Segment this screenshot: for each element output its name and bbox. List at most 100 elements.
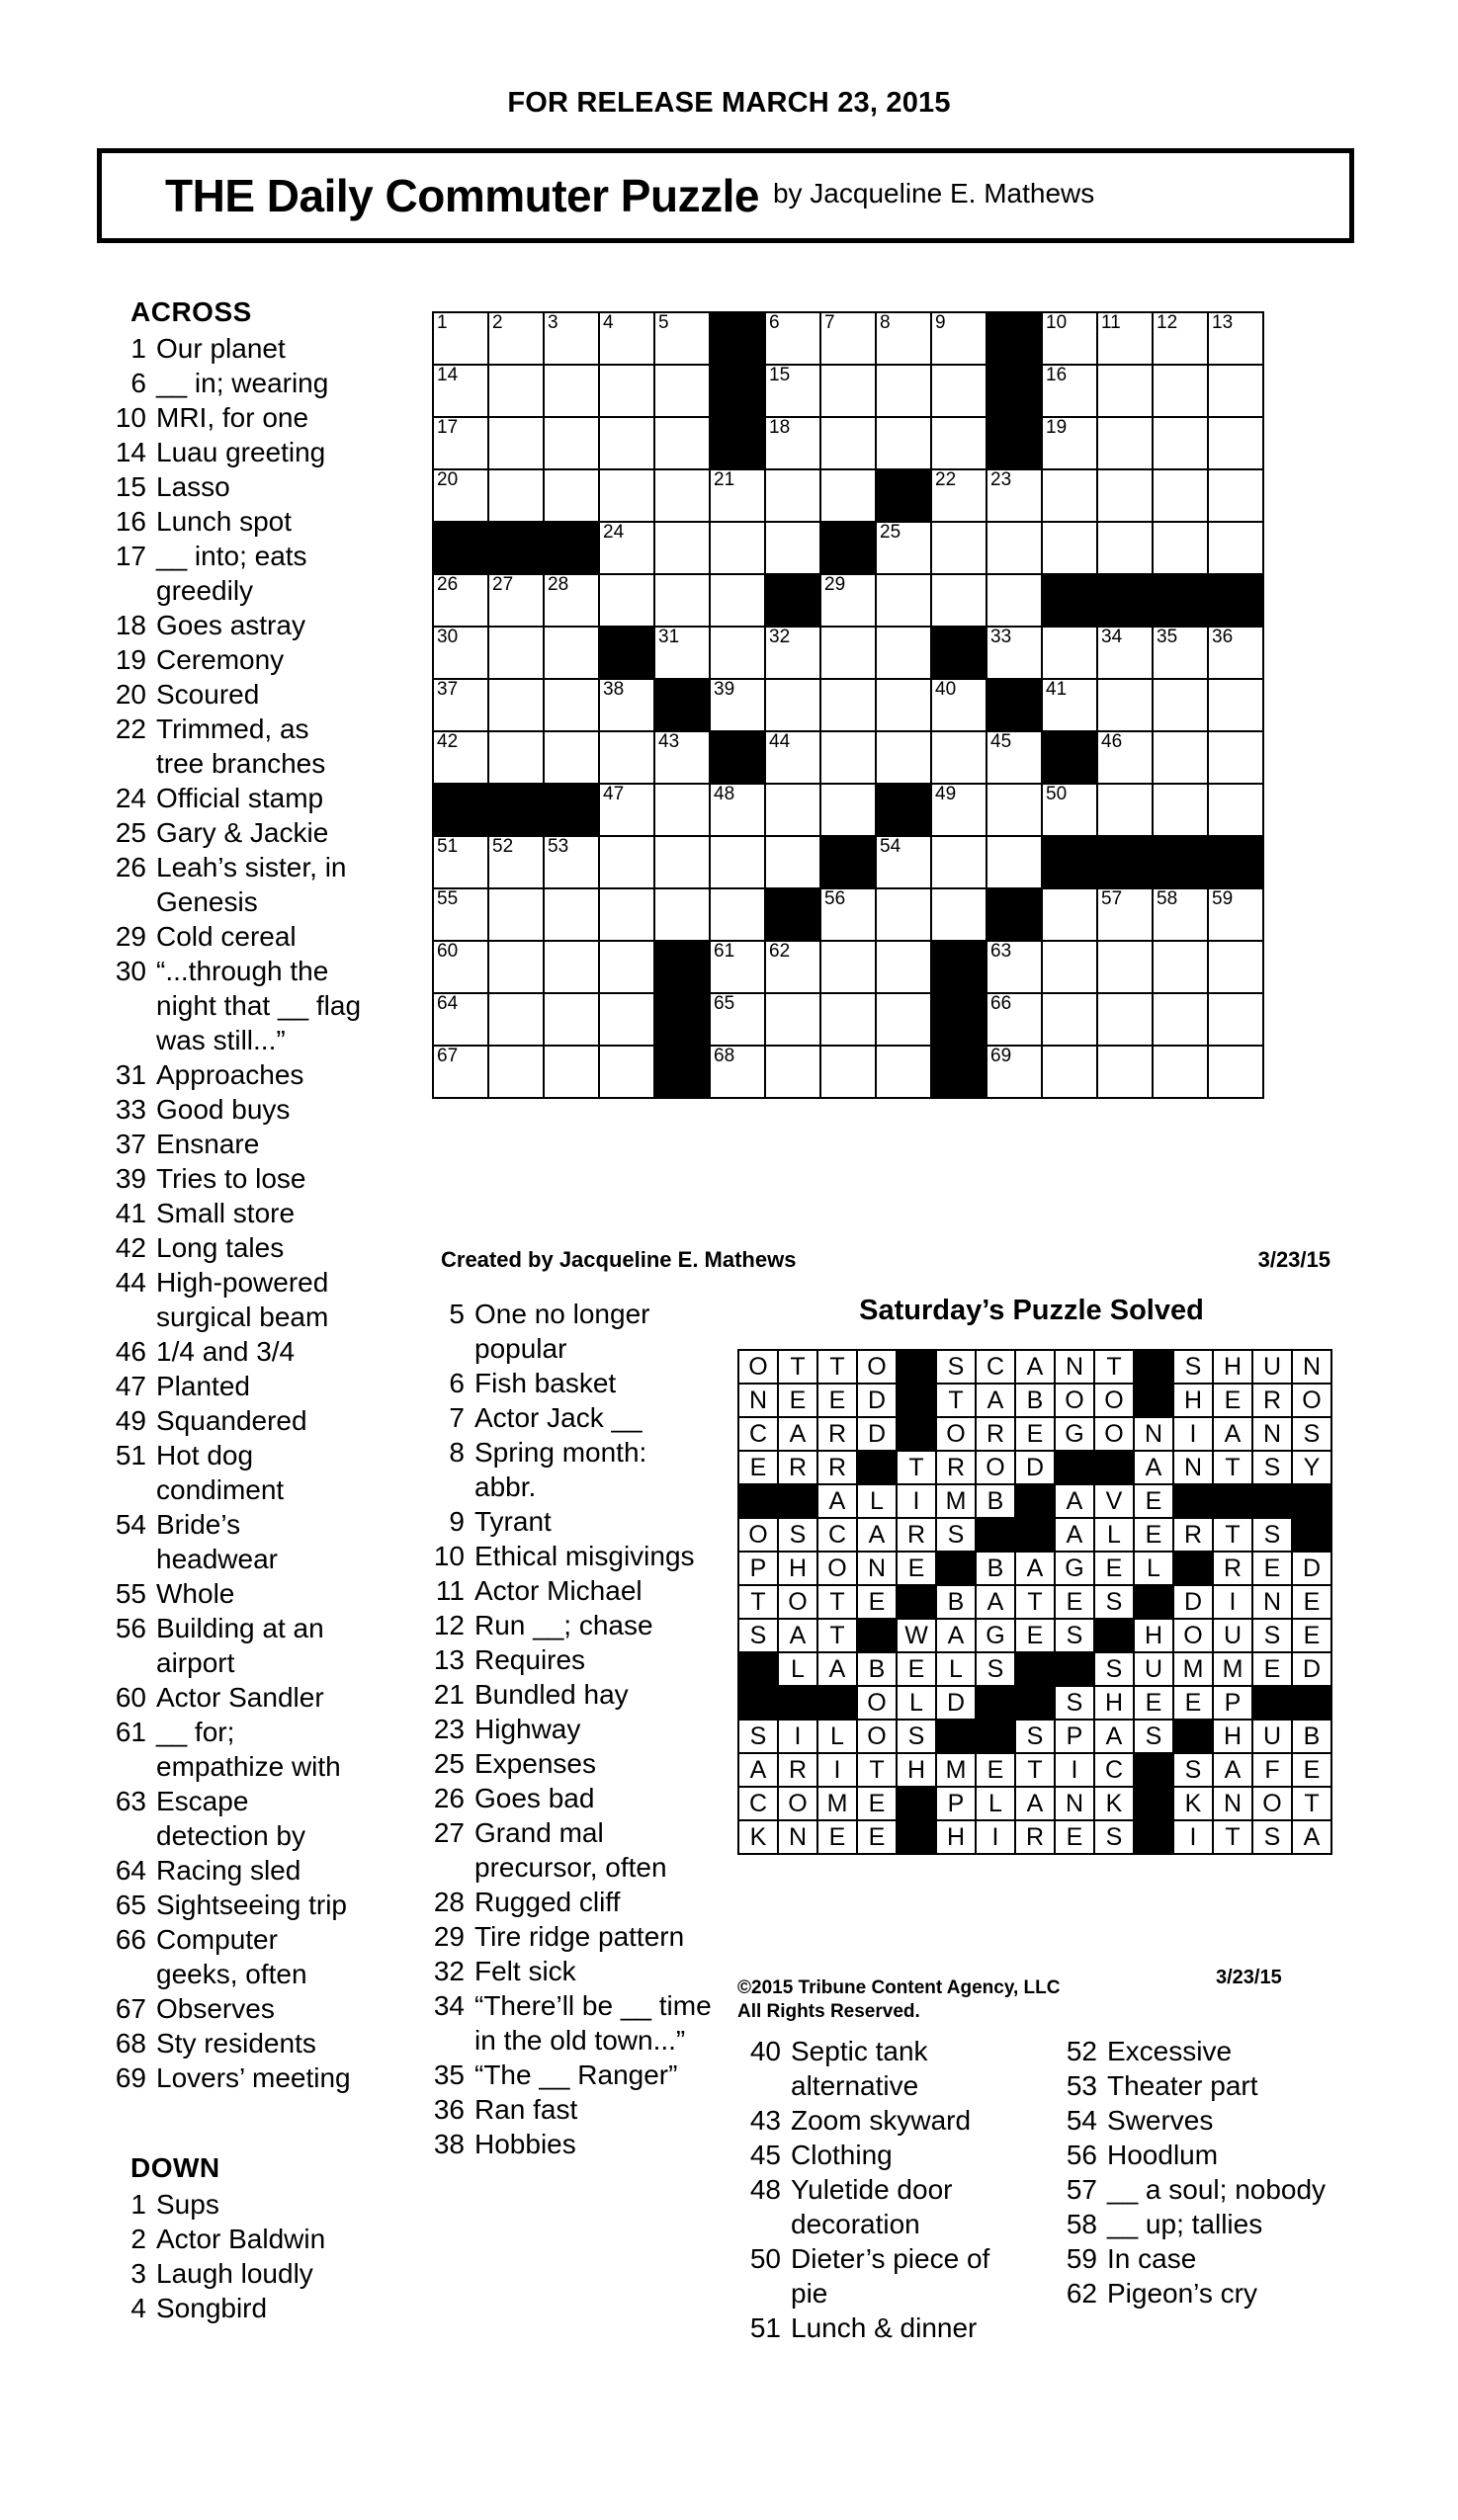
grid-cell[interactable]: 13 — [1207, 311, 1264, 366]
grid-cell[interactable] — [653, 416, 711, 470]
grid-cell[interactable] — [653, 783, 711, 837]
grid-cell[interactable] — [1152, 364, 1209, 418]
grid-cell[interactable] — [1152, 678, 1209, 732]
grid-cell[interactable] — [819, 678, 877, 732]
grid-cell[interactable] — [875, 573, 932, 628]
grid-cell[interactable] — [1207, 730, 1264, 785]
grid-cell[interactable] — [653, 835, 711, 889]
grid-cell[interactable] — [1152, 1045, 1209, 1099]
grid-cell[interactable]: 36 — [1207, 626, 1264, 680]
grid-cell[interactable] — [653, 364, 711, 418]
grid-cell[interactable] — [487, 940, 545, 994]
grid-cell[interactable]: 30 — [432, 626, 489, 680]
grid-cell[interactable] — [819, 992, 877, 1047]
grid-cell[interactable] — [709, 573, 766, 628]
grid-cell[interactable] — [986, 783, 1043, 837]
grid-cell[interactable] — [930, 730, 987, 785]
grid-cell[interactable]: 51 — [432, 835, 489, 889]
grid-cell[interactable] — [1096, 940, 1154, 994]
grid-cell[interactable] — [1152, 730, 1209, 785]
grid-cell[interactable]: 63 — [986, 940, 1043, 994]
grid-cell[interactable] — [1096, 521, 1154, 575]
grid-cell[interactable]: 4 — [598, 311, 655, 366]
grid-cell[interactable] — [875, 626, 932, 680]
grid-cell[interactable] — [543, 678, 600, 732]
grid-cell[interactable]: 67 — [432, 1045, 489, 1099]
grid-cell[interactable] — [1096, 364, 1154, 418]
grid-cell[interactable]: 20 — [432, 468, 489, 523]
grid-cell[interactable]: 32 — [764, 626, 821, 680]
grid-cell[interactable] — [598, 940, 655, 994]
grid-cell[interactable] — [709, 626, 766, 680]
grid-cell[interactable] — [875, 1045, 932, 1099]
grid-cell[interactable] — [598, 573, 655, 628]
grid-cell[interactable] — [598, 468, 655, 523]
grid-cell[interactable] — [819, 940, 877, 994]
grid-cell[interactable] — [819, 468, 877, 523]
grid-cell[interactable] — [1152, 940, 1209, 994]
grid-cell[interactable]: 10 — [1041, 311, 1098, 366]
grid-cell[interactable] — [764, 468, 821, 523]
grid-cell[interactable] — [1096, 992, 1154, 1047]
grid-cell[interactable] — [1096, 678, 1154, 732]
puzzle-grid[interactable]: 1 2 3 4 5 6 7 8 9 10 11 12 13 14 15 16 17 18 19 20 21 22 23 24 2… — [432, 311, 1264, 1099]
grid-cell[interactable]: 46 — [1096, 730, 1154, 785]
grid-cell[interactable]: 23 — [986, 468, 1043, 523]
grid-cell[interactable]: 21 — [709, 468, 766, 523]
grid-cell[interactable] — [875, 416, 932, 470]
grid-cell[interactable]: 18 — [764, 416, 821, 470]
grid-cell[interactable]: 49 — [930, 783, 987, 837]
grid-cell[interactable] — [1207, 1045, 1264, 1099]
grid-cell[interactable] — [598, 730, 655, 785]
grid-cell[interactable] — [819, 783, 877, 837]
grid-cell[interactable]: 69 — [986, 1045, 1043, 1099]
grid-cell[interactable] — [487, 468, 545, 523]
grid-cell[interactable] — [709, 521, 766, 575]
grid-cell[interactable]: 58 — [1152, 887, 1209, 942]
grid-cell[interactable] — [930, 573, 987, 628]
grid-cell[interactable] — [875, 730, 932, 785]
grid-cell[interactable] — [543, 468, 600, 523]
grid-cell[interactable]: 39 — [709, 678, 766, 732]
grid-cell[interactable]: 24 — [598, 521, 655, 575]
grid-cell[interactable]: 45 — [986, 730, 1043, 785]
grid-cell[interactable]: 7 — [819, 311, 877, 366]
grid-cell[interactable]: 52 — [487, 835, 545, 889]
grid-cell[interactable] — [986, 573, 1043, 628]
grid-cell[interactable]: 16 — [1041, 364, 1098, 418]
grid-cell[interactable] — [598, 887, 655, 942]
grid-cell[interactable] — [875, 992, 932, 1047]
grid-cell[interactable] — [1207, 940, 1264, 994]
grid-cell[interactable]: 41 — [1041, 678, 1098, 732]
grid-cell[interactable]: 42 — [432, 730, 489, 785]
grid-cell[interactable] — [764, 1045, 821, 1099]
grid-cell[interactable] — [709, 835, 766, 889]
grid-cell[interactable] — [819, 626, 877, 680]
grid-cell[interactable]: 44 — [764, 730, 821, 785]
grid-cell[interactable] — [709, 887, 766, 942]
grid-cell[interactable] — [653, 468, 711, 523]
grid-cell[interactable]: 54 — [875, 835, 932, 889]
grid-cell[interactable] — [1041, 992, 1098, 1047]
grid-cell[interactable]: 47 — [598, 783, 655, 837]
grid-cell[interactable]: 27 — [487, 573, 545, 628]
grid-cell[interactable]: 34 — [1096, 626, 1154, 680]
grid-cell[interactable] — [543, 416, 600, 470]
grid-cell[interactable]: 40 — [930, 678, 987, 732]
grid-cell[interactable]: 26 — [432, 573, 489, 628]
grid-cell[interactable] — [598, 835, 655, 889]
grid-cell[interactable]: 48 — [709, 783, 766, 837]
grid-cell[interactable]: 59 — [1207, 887, 1264, 942]
grid-cell[interactable]: 31 — [653, 626, 711, 680]
grid-cell[interactable]: 6 — [764, 311, 821, 366]
grid-cell[interactable]: 33 — [986, 626, 1043, 680]
grid-cell[interactable] — [653, 887, 711, 942]
grid-cell[interactable] — [487, 678, 545, 732]
grid-cell[interactable] — [1096, 1045, 1154, 1099]
grid-cell[interactable] — [1041, 521, 1098, 575]
grid-cell[interactable]: 56 — [819, 887, 877, 942]
grid-cell[interactable] — [487, 992, 545, 1047]
grid-cell[interactable] — [487, 887, 545, 942]
grid-cell[interactable] — [543, 364, 600, 418]
grid-cell[interactable] — [930, 416, 987, 470]
